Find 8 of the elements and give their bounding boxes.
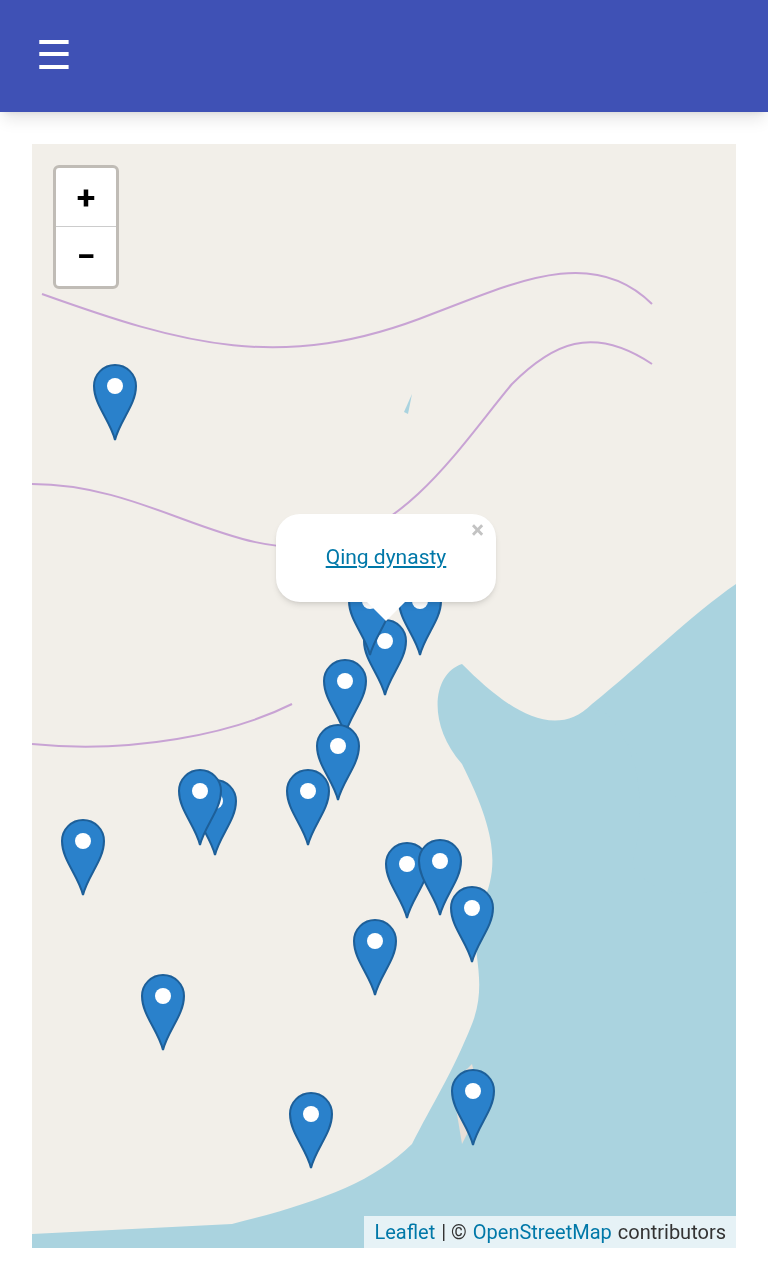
openstreetmap-link[interactable]: OpenStreetMap [472,1217,612,1247]
zoom-out-button[interactable]: − [56,227,116,286]
leaflet-link[interactable]: Leaflet [374,1217,436,1247]
attribution-separator: | © [441,1219,467,1246]
attribution-text: contributors [617,1219,726,1246]
menu-button[interactable]: ☰ [36,36,72,76]
popup-link[interactable]: Qing dynasty [325,542,447,574]
zoom-in-button[interactable]: + [56,168,116,227]
